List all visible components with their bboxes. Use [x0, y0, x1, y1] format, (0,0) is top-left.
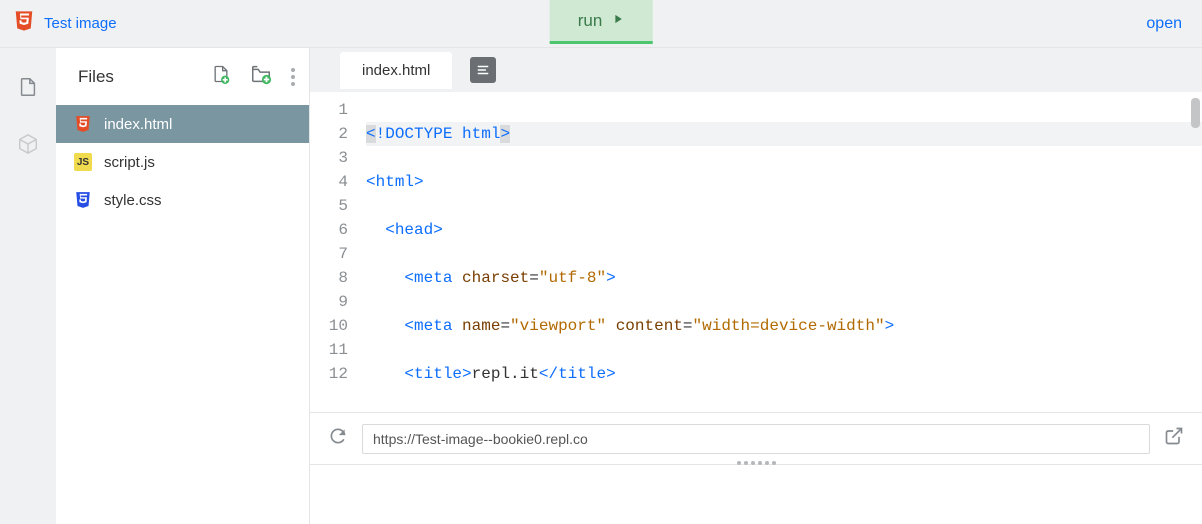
- open-external-icon[interactable]: [1164, 426, 1184, 451]
- preview-url-input[interactable]: [362, 424, 1150, 454]
- js-icon: JS: [74, 153, 92, 171]
- line-gutter: 1 2 3 4 5 6 7 8 9 10 11 12: [310, 92, 358, 412]
- editor-tabbar: index.html: [310, 48, 1202, 92]
- play-icon: [610, 11, 624, 31]
- files-menu-icon[interactable]: [291, 68, 295, 86]
- file-row-label: style.css: [104, 192, 162, 209]
- file-icon[interactable]: [17, 74, 39, 105]
- css-icon: [74, 191, 92, 209]
- project-brand[interactable]: Test image: [0, 10, 117, 37]
- run-button[interactable]: run: [550, 0, 653, 44]
- file-row-index-html[interactable]: index.html: [56, 105, 309, 143]
- top-bar: Test image run open: [0, 0, 1202, 48]
- left-rail: [0, 48, 56, 524]
- file-row-script-js[interactable]: JS script.js: [56, 143, 309, 181]
- reload-icon[interactable]: [328, 426, 348, 451]
- file-row-style-css[interactable]: style.css: [56, 181, 309, 219]
- code-content[interactable]: <!DOCTYPE html> <html> <head> <meta char…: [358, 92, 1202, 412]
- open-link[interactable]: open: [1146, 15, 1182, 33]
- preview-pane: [310, 464, 1202, 524]
- files-header: Files: [56, 48, 309, 105]
- run-label: run: [578, 11, 603, 31]
- file-row-label: script.js: [104, 154, 155, 171]
- package-icon[interactable]: [17, 133, 39, 160]
- new-file-icon[interactable]: [211, 62, 231, 91]
- scrollbar-thumb[interactable]: [1191, 98, 1200, 128]
- format-button[interactable]: [470, 57, 496, 83]
- preview-toolbar: [310, 412, 1202, 464]
- files-panel: Files index.html JS script.js style.css: [56, 48, 310, 524]
- file-row-label: index.html: [104, 116, 172, 133]
- html5-icon: [14, 10, 34, 37]
- html5-icon: [74, 115, 92, 133]
- editor-area: index.html 1 2 3 4 5 6 7 8 9 10 11 12 <!…: [310, 48, 1202, 524]
- project-name: Test image: [44, 15, 117, 32]
- editor-tab-active[interactable]: index.html: [340, 52, 452, 89]
- new-folder-icon[interactable]: [249, 63, 273, 90]
- pane-resize-handle[interactable]: [734, 460, 778, 466]
- files-title: Files: [78, 67, 193, 87]
- code-editor[interactable]: 1 2 3 4 5 6 7 8 9 10 11 12 <!DOCTYPE htm…: [310, 92, 1202, 412]
